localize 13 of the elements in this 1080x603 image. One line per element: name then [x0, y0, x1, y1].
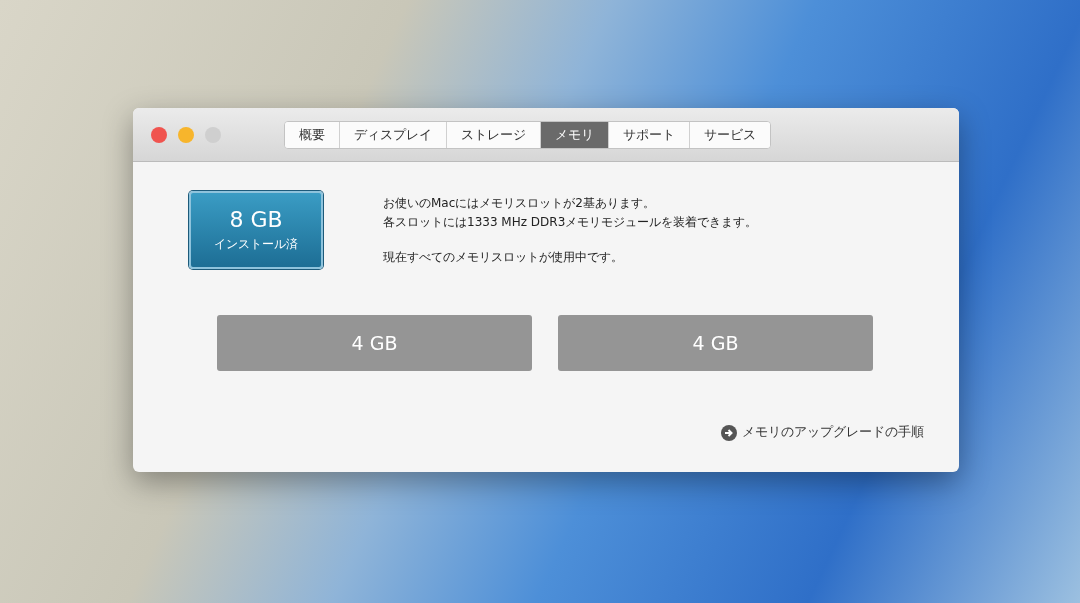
info-text: 各スロットには1333 MHz DDR3メモリモジュールを装着できます。 [383, 214, 758, 231]
tab[interactable]: メモリ [541, 121, 609, 148]
close-icon[interactable] [151, 126, 167, 143]
minimize-icon[interactable] [178, 126, 194, 143]
tab[interactable]: 概要 [285, 121, 340, 148]
info-text: お使いのMacにはメモリスロットが2基あります。 [383, 195, 656, 212]
memory-slot: 4 GB [217, 315, 532, 371]
memory-amount: 8 GB [229, 207, 283, 232]
arrow-circle-icon [721, 424, 737, 441]
upgrade-link[interactable]: メモリのアップグレードの手順 [721, 424, 924, 441]
installed-label: インストール済 [214, 236, 298, 253]
memory-slot: 4 GB [558, 315, 873, 371]
info-text: 現在すべてのメモリスロットが使用中です。 [383, 249, 624, 266]
